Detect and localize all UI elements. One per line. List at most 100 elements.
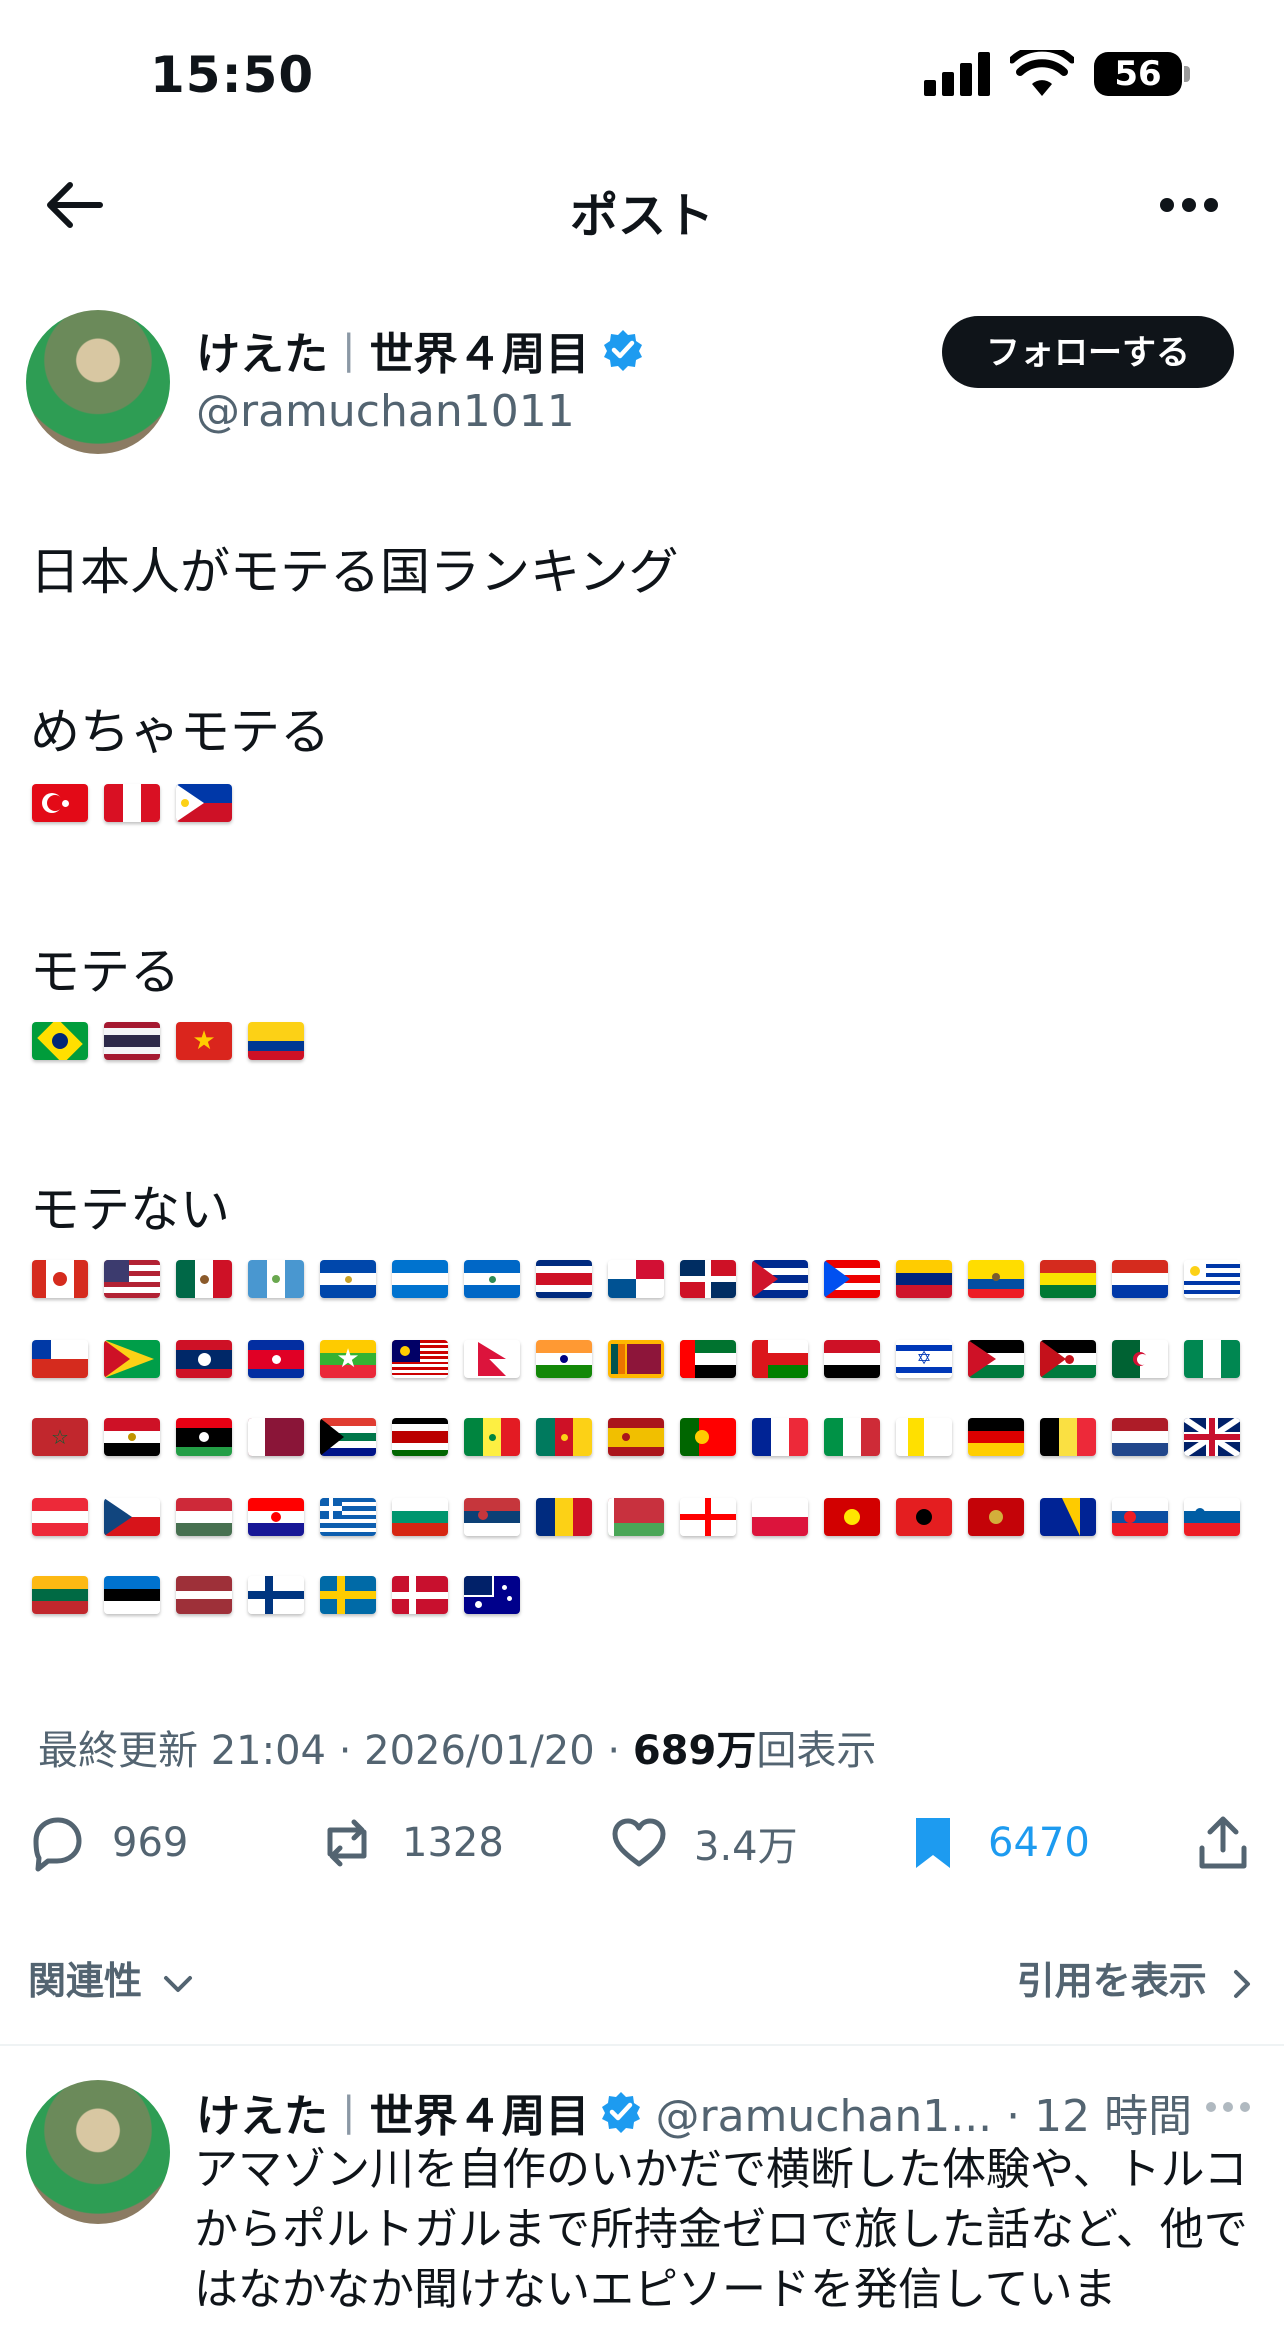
updated-timestamp: 最終更新 21:04 · 2026/01/20 bbox=[38, 1728, 595, 1774]
bookmark-count: 6470 bbox=[988, 1820, 1090, 1866]
author-handle[interactable]: @ramuchan1011 bbox=[196, 386, 575, 437]
flag-mexico-icon bbox=[176, 1260, 232, 1298]
section-label-not-popular: モテない bbox=[30, 1181, 230, 1239]
flag-slovakia-icon bbox=[1112, 1498, 1168, 1536]
flags-row-not-popular-1 bbox=[32, 1260, 1256, 1298]
flag-israel-icon: ✡ bbox=[896, 1340, 952, 1378]
flag-el-salvador-icon bbox=[320, 1260, 376, 1298]
reply-name-separator: | bbox=[342, 2089, 356, 2135]
flag-france-icon bbox=[752, 1418, 808, 1456]
chevron-down-icon bbox=[164, 1975, 193, 1992]
bookmark-filled-icon bbox=[916, 1818, 950, 1868]
battery-cap bbox=[1184, 66, 1190, 82]
heart-icon bbox=[612, 1818, 666, 1867]
flags-row-not-popular-2: ★ ✡ bbox=[32, 1340, 1256, 1378]
reply-verified-badge-icon bbox=[602, 2092, 641, 2133]
flag-romania-icon bbox=[536, 1498, 592, 1536]
flag-italy-icon bbox=[824, 1418, 880, 1456]
flag-honduras-icon bbox=[392, 1260, 448, 1298]
reply-avatar[interactable] bbox=[26, 2080, 170, 2224]
flag-myanmar-icon: ★ bbox=[320, 1340, 376, 1378]
flag-croatia-icon bbox=[248, 1498, 304, 1536]
sort-relevance-dropdown[interactable]: 関連性 bbox=[28, 1950, 195, 2005]
author-name-row[interactable]: けえた | 世界４周目 bbox=[196, 318, 645, 382]
status-time: 15:50 bbox=[150, 46, 315, 104]
flag-south-africa-icon bbox=[320, 1418, 376, 1456]
section-label-popular: モテる bbox=[30, 943, 180, 1001]
flag-venezuela-icon bbox=[896, 1260, 952, 1298]
repost-button[interactable]: 1328 bbox=[318, 1814, 504, 1872]
repost-icon bbox=[327, 1819, 367, 1867]
flag-paraguay-icon bbox=[1112, 1260, 1168, 1298]
cellular-signal-icon bbox=[924, 52, 990, 96]
flag-finland-icon bbox=[248, 1576, 304, 1614]
flag-algeria-icon bbox=[1112, 1340, 1168, 1378]
flag-australia-icon bbox=[464, 1576, 520, 1614]
repost-count: 1328 bbox=[402, 1820, 504, 1866]
flag-kenya-icon bbox=[392, 1418, 448, 1456]
flag-vatican-icon bbox=[896, 1418, 952, 1456]
flag-brazil-icon bbox=[32, 1022, 88, 1060]
flag-sweden-icon bbox=[320, 1576, 376, 1614]
flag-philippines-icon bbox=[176, 784, 232, 822]
flag-dominican-republic-icon bbox=[680, 1260, 736, 1298]
follow-button[interactable]: フォローする bbox=[942, 316, 1234, 388]
flag-georgia-icon bbox=[680, 1498, 736, 1536]
share-button[interactable] bbox=[1194, 1814, 1278, 1872]
flags-row-not-popular-3: ☆ bbox=[32, 1418, 1256, 1456]
flag-nepal-icon bbox=[464, 1340, 520, 1378]
flag-puerto-rico-icon bbox=[824, 1260, 880, 1298]
like-button[interactable]: 3.4万 bbox=[610, 1814, 798, 1872]
flag-belgium-icon bbox=[1040, 1418, 1096, 1456]
flag-egypt-icon bbox=[104, 1418, 160, 1456]
flags-row-very-popular bbox=[32, 784, 248, 822]
flag-uk-icon bbox=[1184, 1418, 1240, 1456]
share-upload-icon bbox=[1199, 1816, 1247, 1869]
flag-colombia-icon bbox=[248, 1022, 304, 1060]
flag-uae-icon bbox=[680, 1340, 736, 1378]
flag-germany-icon bbox=[968, 1418, 1024, 1456]
view-count: 689万 bbox=[632, 1728, 757, 1774]
flag-oman-icon bbox=[752, 1340, 808, 1378]
flag-north-macedonia-icon bbox=[824, 1498, 880, 1536]
like-count: 3.4万 bbox=[694, 1824, 798, 1870]
flag-yemen-icon bbox=[824, 1340, 880, 1378]
flags-row-not-popular-5 bbox=[32, 1576, 536, 1614]
reply-header[interactable]: けえた | 世界４周目 @ramuchan1... · 12 時間 bbox=[196, 2080, 1192, 2144]
flag-libya-icon bbox=[176, 1418, 232, 1456]
author-name: けえた bbox=[196, 329, 328, 380]
flag-ecuador-icon bbox=[968, 1260, 1024, 1298]
more-options-icon[interactable] bbox=[1160, 198, 1218, 214]
flag-lithuania-icon bbox=[32, 1576, 88, 1614]
flag-senegal-icon bbox=[464, 1418, 520, 1456]
name-separator: | bbox=[342, 327, 356, 373]
section-divider bbox=[0, 2044, 1284, 2046]
verified-badge-icon bbox=[604, 330, 643, 371]
reply-more-options-icon[interactable] bbox=[1206, 2102, 1250, 2114]
battery-indicator: 56 bbox=[1094, 52, 1182, 96]
flag-serbia-icon bbox=[464, 1498, 520, 1536]
flag-uruguay-icon bbox=[1184, 1260, 1240, 1298]
reply-count: 969 bbox=[112, 1820, 189, 1866]
flag-costa-rica-icon bbox=[536, 1260, 592, 1298]
flag-panama-icon bbox=[608, 1260, 664, 1298]
author-name-suffix: 世界４周目 bbox=[369, 329, 590, 380]
flag-montenegro-icon bbox=[968, 1498, 1024, 1536]
reply-handle-time: @ramuchan1... · 12 時間 bbox=[655, 2091, 1193, 2142]
meta-dot: · bbox=[607, 1728, 633, 1774]
bookmark-button[interactable]: 6470 bbox=[904, 1814, 1090, 1872]
flag-guatemala-icon bbox=[248, 1260, 304, 1298]
reply-text: アマゾン川を自作のいかだで横断した体験や、トルコからポルトガルまで所持金ゼロで旅… bbox=[194, 2144, 1248, 2315]
view-quotes-link[interactable]: 引用を表示 bbox=[1017, 1950, 1254, 2005]
flag-india-icon bbox=[536, 1340, 592, 1378]
avatar[interactable] bbox=[26, 310, 170, 454]
flag-spain-icon bbox=[608, 1418, 664, 1456]
reply-button[interactable]: 969 bbox=[28, 1814, 188, 1872]
view-label: 回表示 bbox=[756, 1728, 877, 1774]
reply-author-name: けえた bbox=[196, 2091, 328, 2142]
reply-bubble-icon bbox=[33, 1817, 82, 1872]
flag-guyana-icon bbox=[104, 1340, 160, 1378]
view-quotes-label: 引用を表示 bbox=[1016, 1959, 1207, 2003]
flag-poland-icon bbox=[752, 1498, 808, 1536]
flag-greece-icon bbox=[320, 1498, 376, 1536]
